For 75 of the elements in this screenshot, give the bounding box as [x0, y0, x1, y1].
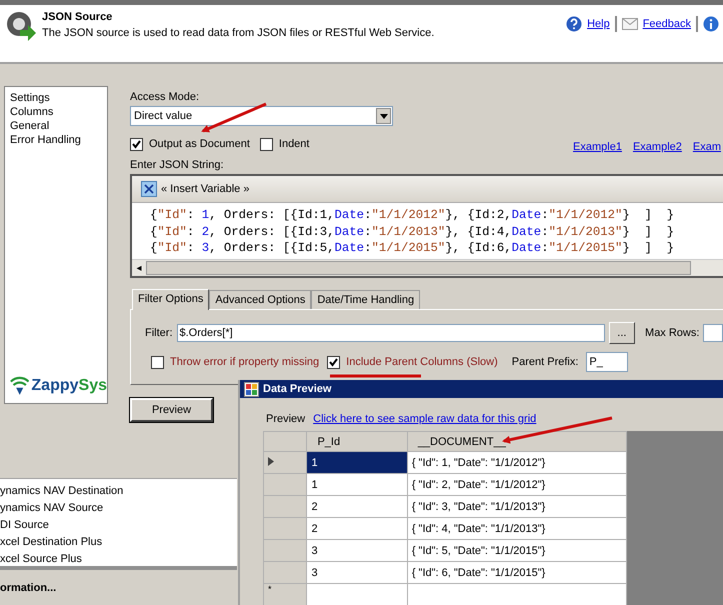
checkbox-label: Output as Document [149, 138, 250, 150]
table-cell: { "Id": 4, "Date": "1/1/2013"} [407, 518, 626, 540]
access-mode-label: Access Mode: [130, 91, 200, 103]
sample-data-link[interactable]: Click here to see sample raw data for this grid [313, 413, 536, 425]
logo-text: ZappySys [31, 377, 107, 395]
component-description: The JSON source is used to read data from JSON files or RESTful Web Service. [42, 27, 436, 39]
json-editor[interactable] [130, 174, 723, 278]
scroll-left-button[interactable]: ◂ [132, 262, 146, 274]
table-cell: { "Id": 6, "Date": "1/1/2015"} [407, 562, 626, 584]
window-icon [244, 382, 259, 396]
table-cell: { "Id": 3, "Date": "1/1/2013"} [407, 496, 626, 518]
header-link[interactable]: Help [587, 18, 610, 30]
table-cell: { "Id": 2, "Date": "1/1/2012"} [407, 474, 626, 496]
table-cell: 2 [306, 496, 408, 518]
table-cell: 3 [306, 562, 408, 584]
row-pointer-icon [268, 456, 274, 466]
toolbox-item[interactable]: ynamics NAV Destination [0, 483, 237, 500]
checkbox[interactable] [327, 356, 340, 368]
checkbox-label: Throw error if property missing [170, 356, 320, 368]
header-link[interactable]: Feedback [642, 18, 691, 30]
code-line: {"Id": 1, Orders: [{Id:1,Date:"1/1/2012"}, {Id:2,Date:"1/1/2012"} ] } [150, 207, 674, 224]
toolbox-item[interactable]: xcel Source Plus [0, 551, 237, 568]
example-link[interactable]: Exam [692, 141, 721, 153]
parent-prefix-label: Parent Prefix: [512, 356, 578, 368]
table-cell: { "Id": 5, "Date": "1/1/2015"} [407, 540, 626, 562]
json-string-label: Enter JSON String: [130, 159, 225, 171]
column-header[interactable]: __DOCUMENT__ [407, 432, 626, 452]
nav-item[interactable]: General [10, 119, 107, 133]
new-row-marker: * [268, 584, 272, 594]
insert-variable-button[interactable]: « Insert Variable » [161, 183, 250, 195]
table-cell: 1 [306, 452, 408, 474]
example-link[interactable]: Example1 [573, 141, 622, 153]
table-cell: 3 [306, 540, 408, 562]
preview-label: Preview [266, 413, 306, 425]
source-icon [6, 10, 36, 44]
table-cell: 2 [306, 518, 408, 540]
access-mode-dropdown[interactable]: Direct value [130, 106, 393, 126]
checkbox[interactable] [130, 138, 143, 150]
tab[interactable]: Advanced Options [209, 290, 312, 309]
toolbox-item[interactable]: ynamics NAV Source [0, 500, 237, 517]
tab[interactable]: Date/Time Handling [311, 290, 420, 309]
filter-label: Filter: [145, 327, 172, 339]
help-icon [566, 16, 582, 32]
column-header[interactable]: P_Id [306, 432, 408, 452]
max-rows-field[interactable] [703, 324, 723, 342]
filter-field[interactable]: $.Orders[*] [176, 324, 605, 342]
nav-item[interactable]: Settings [10, 91, 107, 105]
toolbox-item[interactable]: DI Source [0, 517, 237, 534]
information-heading: ormation... [0, 582, 58, 594]
checkbox-label: Include Parent Columns (Slow) [346, 356, 498, 368]
annotation-arrow [201, 102, 267, 132]
checkbox[interactable] [151, 356, 164, 368]
nav-item[interactable]: Columns [10, 105, 107, 119]
window-title: Data Preview [263, 383, 332, 395]
variable-icon [141, 181, 157, 197]
horizontal-scrollbar[interactable]: ◂ [132, 259, 723, 276]
checkbox-label: Indent [278, 138, 310, 150]
code-line: {"Id": 3, Orders: [{Id:5,Date:"1/1/2015"}, {Id:6,Date:"1/1/2015"} ] } [150, 240, 674, 256]
toolbox-item[interactable]: xcel Destination Plus [0, 534, 237, 551]
logo-icon [10, 375, 30, 397]
table-cell: { "Id": 1, "Date": "1/1/2012"} [407, 452, 626, 474]
nav-item[interactable]: Error Handling [10, 133, 107, 147]
max-rows-label: Max Rows: [645, 327, 700, 339]
code-line: {"Id": 2, Orders: [{Id:3,Date:"1/1/2013"}, {Id:4,Date:"1/1/2013"} ] } [150, 224, 674, 240]
parent-prefix-field[interactable]: P_ [586, 352, 628, 372]
component-title: JSON Source [42, 11, 114, 23]
tab[interactable]: Filter Options [132, 289, 210, 310]
info-icon [703, 16, 719, 32]
envelope-icon [622, 18, 638, 30]
browse-button[interactable]: ... [608, 322, 636, 344]
dropdown-icon [380, 114, 388, 118]
table-cell: 1 [306, 474, 408, 496]
checkbox[interactable] [260, 138, 273, 150]
example-link[interactable]: Example2 [632, 141, 682, 153]
preview-button[interactable]: Preview [130, 398, 213, 422]
